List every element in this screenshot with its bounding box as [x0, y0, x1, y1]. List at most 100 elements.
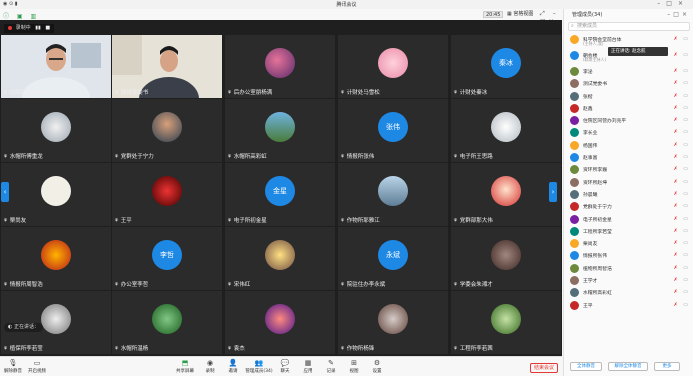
prev-page-arrow-icon[interactable]: ‹ [1, 182, 9, 202]
video-tile[interactable]: ⚘ 后办公室朋杨满 [225, 35, 335, 98]
member-status-icons[interactable]: ✗ ▭ [673, 203, 690, 209]
video-tile[interactable]: 金星 ⚘ 电子所初金星 [225, 163, 335, 226]
video-tile[interactable]: ⚘ 住院区师委刘兆平 [1, 35, 111, 98]
video-tile[interactable]: ⚘ 党群处于宁力 [112, 99, 222, 162]
member-item[interactable]: 住院区同营办刘兆平 ✗ ▭ [564, 114, 693, 126]
mic-muted-icon: ⚘ [114, 154, 119, 160]
member-item[interactable]: 测试党委书 ✗ ▭ [564, 77, 693, 89]
view-button[interactable]: ⊞ 视图 [343, 359, 365, 375]
video-tile[interactable]: ⚘ 党群部那大伟 [451, 163, 561, 226]
member-item[interactable]: 资环所赵坤 ✗ ▭ [564, 176, 693, 188]
member-status-icons[interactable]: ✗ ▭ [673, 36, 690, 42]
record-button[interactable]: ◉ 录制 [199, 359, 221, 375]
video-tile[interactable]: ⚘ 水帽所傅重龙 [1, 99, 111, 162]
member-status-icons[interactable]: ✗ ▭ [673, 52, 690, 58]
member-status-icons[interactable]: ✗ ▭ [673, 68, 690, 74]
member-item[interactable]: 栗尚友 ✗ ▭ [564, 237, 693, 249]
member-item[interactable]: 电子所初金星 ✗ ▭ [564, 213, 693, 225]
meeting-time: 20:45 [483, 11, 504, 18]
member-item[interactable]: 孙晨曦 ✗ ▭ [564, 188, 693, 200]
video-tile[interactable]: ⚘ 水帽所温杨 [112, 291, 222, 354]
member-item[interactable]: 植物所周智浩 ✗ ▭ [564, 262, 693, 274]
video-tile[interactable]: 李哲 ⚘ 办公室李哲 [112, 227, 222, 290]
unmute-button[interactable]: 🎙 解除静音 [2, 359, 24, 375]
member-status-icons[interactable]: ✗ ▭ [673, 302, 690, 308]
panel-window-controls[interactable]: –□× [667, 9, 690, 21]
member-name: 赵事富 [583, 156, 598, 162]
member-search-input[interactable]: ⌕ 搜索成员 [568, 22, 690, 31]
member-status-icons[interactable]: ✗ ▭ [673, 240, 690, 246]
video-tile[interactable]: ⚘ 宋伟红 [225, 227, 335, 290]
stop-recording-button[interactable]: ■ [45, 24, 50, 33]
member-status-icons[interactable]: ✗ ▭ [673, 191, 690, 197]
video-tile[interactable]: ⚘ 学委会朱湘才 [451, 227, 561, 290]
camera-off-icon: ▭ [683, 92, 690, 99]
member-item[interactable]: 杨国伟 ✗ ▭ [564, 139, 693, 151]
member-status-icons[interactable]: ✗ ▭ [673, 228, 690, 234]
mute-all-button[interactable]: 全体静音 [570, 362, 602, 371]
member-item[interactable]: 情报所张伟 ✗ ▭ [564, 249, 693, 261]
participant-avatar [152, 304, 182, 334]
member-item[interactable]: 李长业 ✗ ▭ [564, 126, 693, 138]
unmute-all-button[interactable]: 解除全体静音 [608, 362, 648, 371]
member-status-icons[interactable]: ✗ ▭ [673, 105, 690, 111]
gallery-view-button[interactable]: ▦ 宫格视图 [507, 11, 533, 18]
member-status-icons[interactable]: ✗ ▭ [673, 154, 690, 160]
member-status-icons[interactable]: ✗ ▭ [673, 265, 690, 271]
status-icons[interactable]: ⓘ ▣ ▥ [3, 11, 39, 20]
member-item[interactable]: 张楷 ✗ ▭ [564, 90, 693, 102]
video-tile[interactable]: 永斌 ⚘ 院驻住办李永斌 [338, 227, 448, 290]
manage-members-button[interactable]: 👥 管理成员(34) [245, 359, 273, 375]
member-status-icons[interactable]: ✗ ▭ [673, 129, 690, 135]
more-button[interactable]: 更多 [654, 362, 680, 371]
member-item[interactable]: 王平 ✗ ▭ [564, 299, 693, 311]
member-item[interactable]: 王学才 ✗ ▭ [564, 274, 693, 286]
member-status-icons[interactable]: ✗ ▭ [673, 117, 690, 123]
record-dot-icon [8, 25, 12, 30]
member-item[interactable]: 工程所李若莹 ✗ ▭ [564, 225, 693, 237]
apps-button[interactable]: ▦ 应用 [297, 359, 319, 375]
view-icon: ⊞ [351, 359, 357, 367]
start-video-button[interactable]: ▭ 开启视频 [26, 359, 48, 375]
notes-button[interactable]: ✎ 记录 [320, 359, 342, 375]
end-meeting-button[interactable]: 结束会议 [530, 363, 558, 373]
video-tile[interactable]: ⚘ 作物所杨锋 [338, 291, 448, 354]
avatar [570, 51, 579, 60]
member-item[interactable]: 赵鑫 ✗ ▭ [564, 102, 693, 114]
member-status-icons[interactable]: ✗ ▭ [673, 216, 690, 222]
member-status-icons[interactable]: ✗ ▭ [673, 289, 690, 295]
member-item[interactable]: 党群处于宁力 ✗ ▭ [564, 200, 693, 212]
video-tile[interactable]: ⚘ 栗尚友 [1, 163, 111, 226]
video-tile[interactable]: ⚘ 情报所周智浩 [1, 227, 111, 290]
member-item[interactable]: 资环所李巍 ✗ ▭ [564, 163, 693, 175]
member-item[interactable]: 赵事富 ✗ ▭ [564, 151, 693, 163]
avatar [570, 300, 579, 310]
member-status-icons[interactable]: ✗ ▭ [673, 142, 690, 148]
member-status-icons[interactable]: ✗ ▭ [673, 277, 690, 283]
video-tile[interactable]: ⚘ 计财处马雪松 [338, 35, 448, 98]
video-tile[interactable]: ⚘ 测试党委书 [112, 35, 222, 98]
member-item[interactable]: 水帽所高彩虹 ✗ ▭ [564, 286, 693, 298]
pause-recording-button[interactable]: ▮▮ [35, 24, 41, 33]
video-tile[interactable]: 秦冰 ⚘ 计财处秦冰 [451, 35, 561, 98]
video-tile[interactable]: ⚘ 王平 [112, 163, 222, 226]
settings-button[interactable]: ⚙ 设置 [366, 359, 388, 375]
mic-muted-icon: ⚘ [114, 90, 119, 96]
member-status-icons[interactable]: ✗ ▭ [673, 93, 690, 99]
window-controls[interactable]: –□× [657, 0, 689, 7]
member-status-icons[interactable]: ✗ ▭ [673, 166, 690, 172]
video-tile[interactable]: ⚘ 工程所李若茜 [451, 291, 561, 354]
video-tile[interactable]: ⚘ 作物所耶雅江 [338, 163, 448, 226]
video-tile[interactable]: ⚘ 电子所王思路 [451, 99, 561, 162]
video-tile[interactable]: ⚘ 水帽所高彩虹 [225, 99, 335, 162]
chat-button[interactable]: 💬 聊天 [274, 359, 296, 375]
invite-button[interactable]: 👤 邀请 [222, 359, 244, 375]
member-status-icons[interactable]: ✗ ▭ [673, 179, 690, 185]
member-status-icons[interactable]: ✗ ▭ [673, 252, 690, 258]
member-status-icons[interactable]: ✗ ▭ [673, 80, 690, 86]
video-tile[interactable]: 张伟 ⚘ 情报所张伟 [338, 99, 448, 162]
share-screen-button[interactable]: ⬒ 共享屏幕 [174, 359, 196, 375]
member-item[interactable]: 李泌 ✗ ▭ [564, 65, 693, 77]
video-tile[interactable]: ⚘ 袁杰 [225, 291, 335, 354]
next-page-arrow-icon[interactable]: › [549, 182, 557, 202]
